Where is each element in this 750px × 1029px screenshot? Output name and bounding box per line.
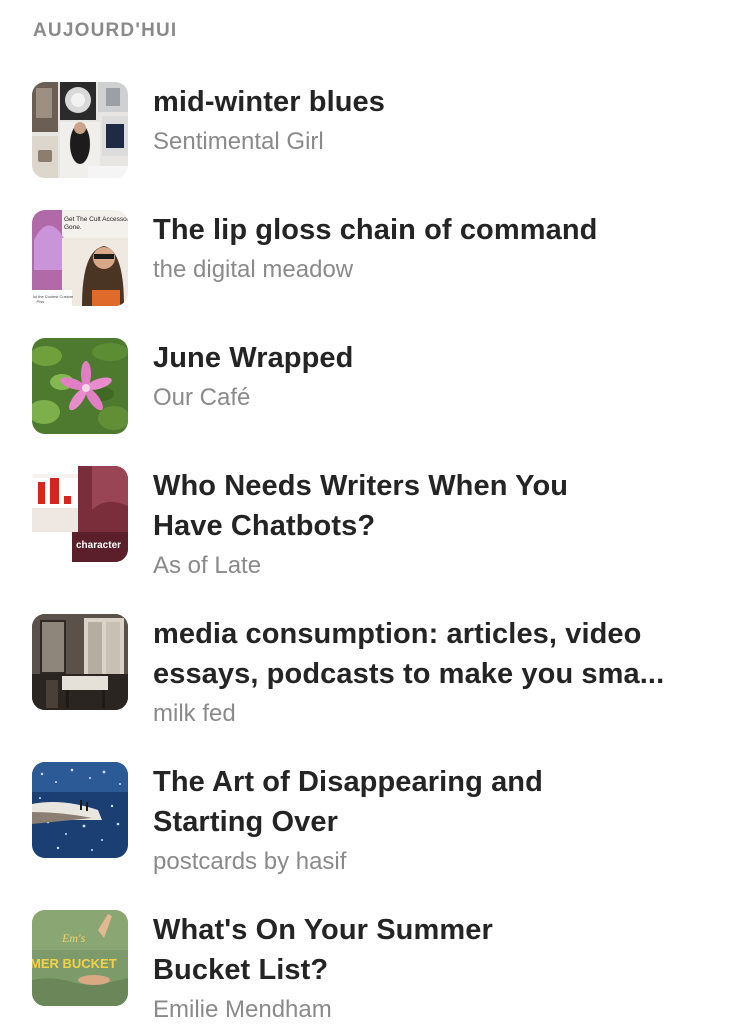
chart-screenshot-thumbnail: character — [32, 466, 128, 562]
thumb-caption: character — [76, 540, 121, 551]
moodboard-collage-thumbnail — [32, 82, 128, 178]
svg-text:Get The Cult Accessory Be: Get The Cult Accessory Be — [64, 216, 128, 223]
accessory-collage-thumbnail: Get The Cult Accessory Be Gone. lol the … — [32, 210, 128, 306]
svg-text:A Piss: A Piss — [33, 299, 44, 304]
post-title: The Art of Disappearing and Starting Ove… — [153, 766, 543, 838]
post-title: Who Needs Writers When You Have Chatbots… — [153, 470, 569, 542]
post-text: June Wrapped Our Café — [153, 338, 713, 415]
post-text: media consumption: articles, video essay… — [153, 614, 713, 731]
pink-flower-thumbnail — [32, 338, 128, 434]
post-title: The lip gloss chain of command — [153, 214, 598, 246]
post-text: mid-winter blues Sentimental Girl — [153, 82, 713, 159]
post-author: Our Café — [153, 384, 251, 411]
svg-text:Gone.: Gone. — [64, 224, 82, 231]
section-header-today: AUJOURD'HUI — [33, 20, 178, 41]
post-text: The Art of Disappearing and Starting Ove… — [153, 762, 713, 879]
post-title: June Wrapped — [153, 342, 354, 374]
post-text: What's On Your Summer Bucket List? Emili… — [153, 910, 713, 1027]
post-author: milk fed — [153, 700, 236, 727]
post-text: The lip gloss chain of command the digit… — [153, 210, 713, 287]
post-author: Emilie Mendham — [153, 996, 332, 1023]
post-text: Who Needs Writers When You Have Chatbots… — [153, 466, 713, 583]
sparkling-sea-thumbnail — [32, 762, 128, 858]
post-title: What's On Your Summer Bucket List? — [153, 914, 493, 986]
post-author: Sentimental Girl — [153, 128, 324, 155]
post-author: postcards by hasif — [153, 848, 347, 875]
post-author: As of Late — [153, 552, 262, 579]
thumb-caption-top: Em's — [61, 931, 86, 945]
vintage-room-thumbnail — [32, 614, 128, 710]
post-title: mid-winter blues — [153, 86, 386, 118]
thumb-caption: MER BUCKET — [32, 956, 117, 971]
post-author: the digital meadow — [153, 256, 354, 283]
summer-bucket-thumbnail: Em's MER BUCKET — [32, 910, 128, 1006]
post-title: media consumption: articles, video essay… — [153, 618, 665, 690]
